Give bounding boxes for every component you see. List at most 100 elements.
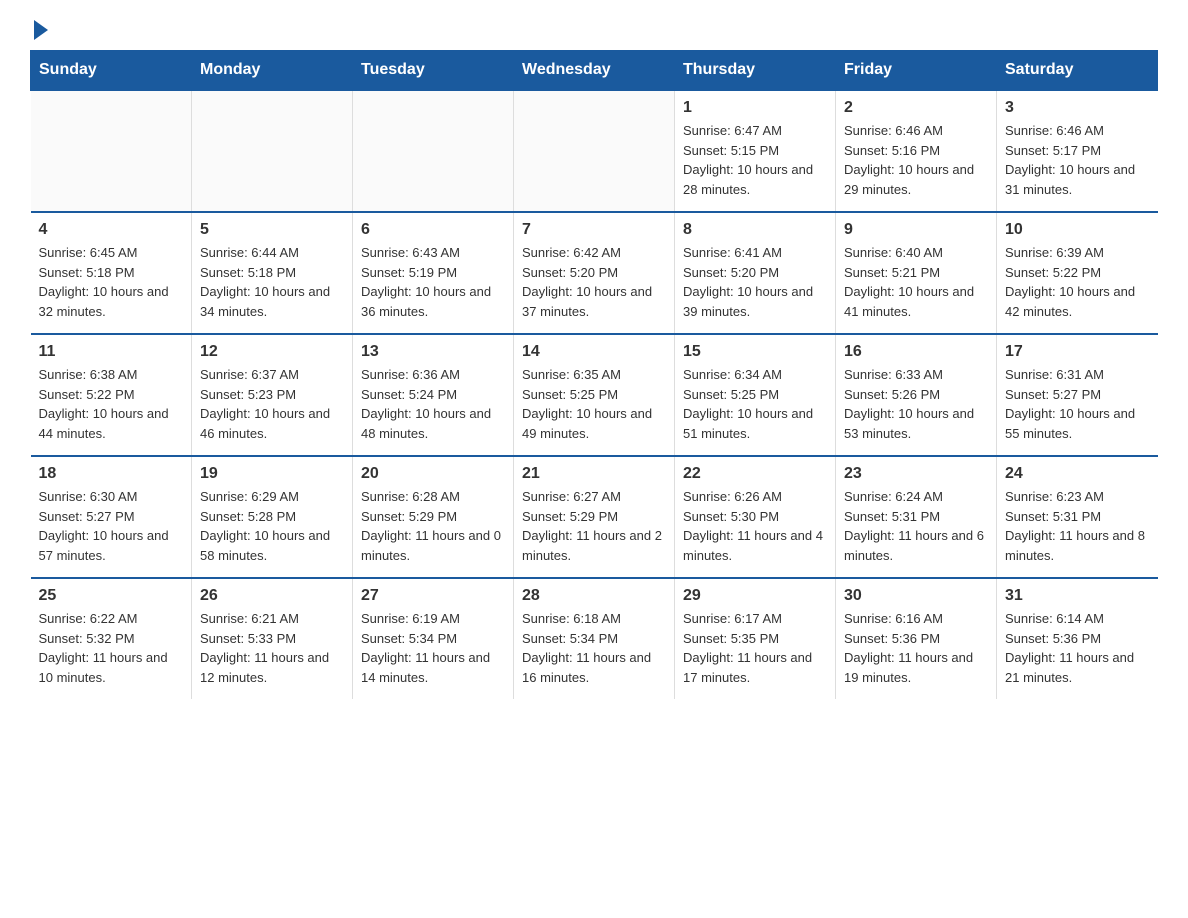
day-number: 17 [1005,343,1150,361]
calendar-cell: 29 Sunrise: 6:17 AMSunset: 5:35 PMDayligh… [675,578,836,699]
logo-text [30,20,50,40]
day-number: 25 [39,587,184,605]
day-number: 21 [522,465,666,483]
day-info: Sunrise: 6:29 AMSunset: 5:28 PMDaylight:… [200,487,344,565]
calendar-cell: 2Sunrise: 6:46 AMSunset: 5:16 PMDaylight… [836,90,997,212]
day-number: 31 [1005,587,1150,605]
calendar-week-row: 25Sunrise: 6:22 AMSunset: 5:32 PMDayligh… [31,578,1158,699]
column-header-wednesday: Wednesday [514,51,675,91]
day-info: Sunrise: 6:39 AMSunset: 5:22 PMDaylight:… [1005,243,1150,321]
day-info: Sunrise: 6:14 AMSunset: 5:36 PMDaylight:… [1005,609,1150,687]
day-info: Sunrise: 6:44 AMSunset: 5:18 PMDaylight:… [200,243,344,321]
calendar-cell: 31 Sunrise: 6:14 AMSunset: 5:36 PMDayligh… [997,578,1158,699]
day-info: Sunrise: 6:40 AMSunset: 5:21 PMDaylight:… [844,243,988,321]
day-number: 16 [844,343,988,361]
calendar-cell: 18 Sunrise: 6:30 AMSunset: 5:27 PMDayligh… [31,456,192,578]
day-info: Sunrise: 6:41 AMSunset: 5:20 PMDaylight:… [683,243,827,321]
day-info: Sunrise: 6:27 AMSunset: 5:29 PMDaylight:… [522,487,666,565]
day-number: 2 [844,99,988,117]
calendar-week-row: 18 Sunrise: 6:30 AMSunset: 5:27 PMDayligh… [31,456,1158,578]
calendar-cell: 11 Sunrise: 6:38 AMSunset: 5:22 PMDayligh… [31,334,192,456]
day-number: 22 [683,465,827,483]
day-info: Sunrise: 6:30 AMSunset: 5:27 PMDaylight:… [39,487,184,565]
day-info: Sunrise: 6:47 AMSunset: 5:15 PMDaylight:… [683,121,827,199]
calendar-cell: 4Sunrise: 6:45 AMSunset: 5:18 PMDaylight… [31,212,192,334]
day-number: 23 [844,465,988,483]
day-number: 6 [361,221,505,239]
calendar-cell: 28Sunrise: 6:18 AMSunset: 5:34 PMDayligh… [514,578,675,699]
day-info: Sunrise: 6:38 AMSunset: 5:22 PMDaylight:… [39,365,184,443]
day-number: 19 [200,465,344,483]
day-info: Sunrise: 6:16 AMSunset: 5:36 PMDaylight:… [844,609,988,687]
day-number: 18 [39,465,184,483]
calendar-cell: 20 Sunrise: 6:28 AMSunset: 5:29 PMDayligh… [353,456,514,578]
day-number: 30 [844,587,988,605]
day-number: 20 [361,465,505,483]
calendar-cell: 12 Sunrise: 6:37 AMSunset: 5:23 PMDayligh… [192,334,353,456]
day-info: Sunrise: 6:31 AMSunset: 5:27 PMDaylight:… [1005,365,1150,443]
calendar-cell: 16Sunrise: 6:33 AMSunset: 5:26 PMDayligh… [836,334,997,456]
calendar-cell: 27 Sunrise: 6:19 AMSunset: 5:34 PMDayligh… [353,578,514,699]
calendar-cell: 15 Sunrise: 6:34 AMSunset: 5:25 PMDayligh… [675,334,836,456]
calendar-cell: 23 Sunrise: 6:24 AMSunset: 5:31 PMDayligh… [836,456,997,578]
day-number: 11 [39,343,184,361]
day-number: 9 [844,221,988,239]
calendar-cell: 7 Sunrise: 6:42 AMSunset: 5:20 PMDaylight… [514,212,675,334]
day-number: 29 [683,587,827,605]
calendar-cell [514,90,675,212]
calendar-week-row: 1 Sunrise: 6:47 AMSunset: 5:15 PMDaylight… [31,90,1158,212]
calendar-cell: 13Sunrise: 6:36 AMSunset: 5:24 PMDayligh… [353,334,514,456]
day-number: 24 [1005,465,1150,483]
calendar-cell: 5Sunrise: 6:44 AMSunset: 5:18 PMDaylight… [192,212,353,334]
day-number: 15 [683,343,827,361]
day-info: Sunrise: 6:34 AMSunset: 5:25 PMDaylight:… [683,365,827,443]
day-number: 7 [522,221,666,239]
day-info: Sunrise: 6:19 AMSunset: 5:34 PMDaylight:… [361,609,505,687]
column-header-friday: Friday [836,51,997,91]
calendar-cell: 14 Sunrise: 6:35 AMSunset: 5:25 PMDayligh… [514,334,675,456]
day-number: 12 [200,343,344,361]
column-header-monday: Monday [192,51,353,91]
calendar-week-row: 11 Sunrise: 6:38 AMSunset: 5:22 PMDayligh… [31,334,1158,456]
day-number: 3 [1005,99,1150,117]
calendar-cell: 22 Sunrise: 6:26 AMSunset: 5:30 PMDayligh… [675,456,836,578]
calendar-cell [31,90,192,212]
day-info: Sunrise: 6:45 AMSunset: 5:18 PMDaylight:… [39,243,184,321]
day-number: 14 [522,343,666,361]
column-header-sunday: Sunday [31,51,192,91]
logo [30,20,50,40]
calendar-cell: 26Sunrise: 6:21 AMSunset: 5:33 PMDayligh… [192,578,353,699]
calendar-cell: 1 Sunrise: 6:47 AMSunset: 5:15 PMDaylight… [675,90,836,212]
day-info: Sunrise: 6:37 AMSunset: 5:23 PMDaylight:… [200,365,344,443]
calendar-cell: 19 Sunrise: 6:29 AMSunset: 5:28 PMDayligh… [192,456,353,578]
calendar-header-row: SundayMondayTuesdayWednesdayThursdayFrid… [31,51,1158,91]
day-info: Sunrise: 6:46 AMSunset: 5:17 PMDaylight:… [1005,121,1150,199]
day-info: Sunrise: 6:24 AMSunset: 5:31 PMDaylight:… [844,487,988,565]
column-header-tuesday: Tuesday [353,51,514,91]
day-info: Sunrise: 6:21 AMSunset: 5:33 PMDaylight:… [200,609,344,687]
day-info: Sunrise: 6:42 AMSunset: 5:20 PMDaylight:… [522,243,666,321]
calendar-cell: 25Sunrise: 6:22 AMSunset: 5:32 PMDayligh… [31,578,192,699]
logo-arrow-icon [34,20,48,40]
day-info: Sunrise: 6:28 AMSunset: 5:29 PMDaylight:… [361,487,505,565]
calendar-cell: 17 Sunrise: 6:31 AMSunset: 5:27 PMDayligh… [997,334,1158,456]
page-header [30,20,1158,40]
day-info: Sunrise: 6:43 AMSunset: 5:19 PMDaylight:… [361,243,505,321]
calendar-cell: 9 Sunrise: 6:40 AMSunset: 5:21 PMDaylight… [836,212,997,334]
day-info: Sunrise: 6:36 AMSunset: 5:24 PMDaylight:… [361,365,505,443]
day-number: 8 [683,221,827,239]
calendar-cell: 8 Sunrise: 6:41 AMSunset: 5:20 PMDaylight… [675,212,836,334]
calendar-cell: 10 Sunrise: 6:39 AMSunset: 5:22 PMDayligh… [997,212,1158,334]
day-info: Sunrise: 6:35 AMSunset: 5:25 PMDaylight:… [522,365,666,443]
column-header-saturday: Saturday [997,51,1158,91]
calendar-cell [192,90,353,212]
day-info: Sunrise: 6:26 AMSunset: 5:30 PMDaylight:… [683,487,827,565]
day-info: Sunrise: 6:17 AMSunset: 5:35 PMDaylight:… [683,609,827,687]
day-number: 27 [361,587,505,605]
day-number: 10 [1005,221,1150,239]
calendar-cell: 6 Sunrise: 6:43 AMSunset: 5:19 PMDaylight… [353,212,514,334]
calendar-cell [353,90,514,212]
day-number: 1 [683,99,827,117]
calendar-week-row: 4Sunrise: 6:45 AMSunset: 5:18 PMDaylight… [31,212,1158,334]
day-number: 28 [522,587,666,605]
